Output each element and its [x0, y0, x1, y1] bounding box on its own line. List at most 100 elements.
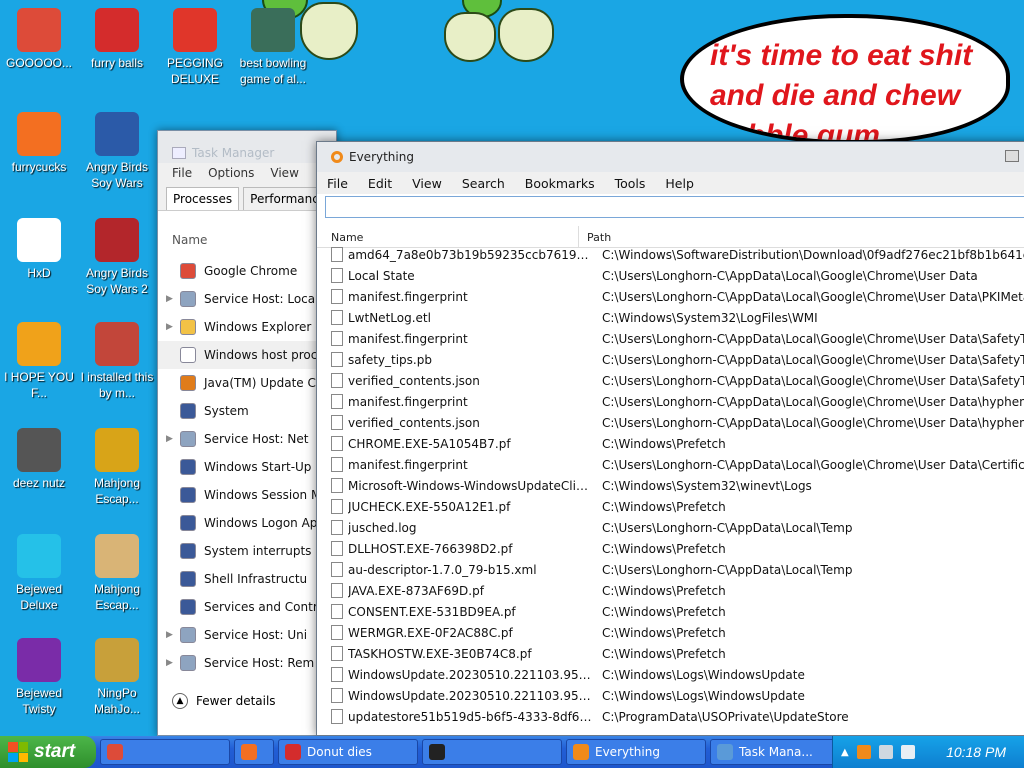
table-row[interactable]: CHROME.EXE-5A1054B7.pf C:\Windows\Prefetc… — [317, 433, 1024, 454]
process-row[interactable]: Windows Session M — [158, 481, 336, 509]
table-row[interactable]: manifest.fingerprint C:\Users\Longhorn-C\… — [317, 328, 1024, 349]
file-path: C:\Windows\Prefetch — [602, 541, 726, 556]
process-row[interactable]: Google Chrome — [158, 257, 336, 285]
network-icon[interactable] — [878, 745, 893, 759]
desktop-icon[interactable]: I installed this by m... — [78, 322, 156, 401]
menu-bookmarks[interactable]: Bookmarks — [515, 176, 605, 191]
table-row[interactable]: CONSENT.EXE-531BD9EA.pf C:\Windows\Prefet… — [317, 601, 1024, 622]
table-row[interactable]: verified_contents.json C:\Users\Longhorn-… — [317, 412, 1024, 433]
task-manager-window[interactable]: Task Manager File Options View Processes… — [157, 130, 337, 736]
menu-help[interactable]: Help — [655, 176, 704, 191]
table-row[interactable]: JUCHECK.EXE-550A12E1.pf C:\Windows\Prefet… — [317, 496, 1024, 517]
process-icon — [180, 319, 196, 335]
taskbar-button[interactable]: Task Mana... — [710, 739, 850, 765]
expand-arrow-icon[interactable]: ▶ — [166, 322, 180, 332]
process-icon — [180, 515, 196, 531]
desktop-icon[interactable]: I HOPE YOU F... — [0, 322, 78, 401]
desktop-icon[interactable]: Angry Birds Soy Wars — [78, 112, 156, 191]
desktop-icon[interactable]: Angry Birds Soy Wars 2 — [78, 218, 156, 297]
desktop-icon[interactable]: PEGGING DELUXE — [156, 8, 234, 87]
taskbar-button[interactable]: Donut dies — [278, 739, 418, 765]
file-path: C:\Windows\Prefetch — [602, 499, 726, 514]
taskbar-button[interactable] — [234, 739, 274, 765]
desktop-icon[interactable]: furrycucks — [0, 112, 78, 175]
desktop-icon[interactable]: GOOOOO... — [0, 8, 78, 71]
fewer-details-button[interactable]: ▲ Fewer details — [172, 693, 276, 709]
everything-window[interactable]: Everything File Edit View Search Bookmar… — [316, 141, 1024, 736]
desktop-icon[interactable]: Bejewed Deluxe — [0, 534, 78, 613]
process-row[interactable]: Windows host proc — [158, 341, 336, 369]
minimize-button[interactable] — [1005, 150, 1019, 162]
table-row[interactable]: safety_tips.pb C:\Users\Longhorn-C\AppDat… — [317, 349, 1024, 370]
menu-edit[interactable]: Edit — [358, 176, 402, 191]
file-name: manifest.fingerprint — [348, 457, 468, 472]
process-row[interactable]: Java(TM) Update C — [158, 369, 336, 397]
process-row[interactable]: Windows Start-Up — [158, 453, 336, 481]
menu-view[interactable]: View — [402, 176, 452, 191]
tab-processes[interactable]: Processes — [166, 187, 240, 210]
task-manager-titlebar[interactable]: Task Manager — [158, 131, 336, 163]
process-row[interactable]: ▶ Service Host: Net — [158, 425, 336, 453]
table-row[interactable]: manifest.fingerprint C:\Users\Longhorn-C\… — [317, 286, 1024, 307]
table-row[interactable]: amd64_7a8e0b73b19b59235ccb7619bf2b... C:\… — [317, 244, 1024, 265]
taskbar-button[interactable] — [100, 739, 230, 765]
column-header-name[interactable]: Name — [158, 211, 336, 257]
file-icon — [331, 457, 343, 472]
menu-file[interactable]: File — [317, 176, 358, 191]
volume-icon[interactable] — [900, 745, 915, 759]
everything-titlebar[interactable]: Everything — [317, 142, 1024, 172]
menu-tools[interactable]: Tools — [605, 176, 656, 191]
table-row[interactable]: Microsoft-Windows-WindowsUpdateClie... C:… — [317, 475, 1024, 496]
process-row[interactable]: ▶ Service Host: Rem — [158, 649, 336, 677]
table-row[interactable]: WindowsUpdate.20230510.221103.952.2.... C… — [317, 685, 1024, 706]
taskbar-button-label: Everything — [595, 745, 660, 759]
taskbar-button[interactable]: Everything — [566, 739, 706, 765]
table-row[interactable]: WERMGR.EXE-0F2AC88C.pf C:\Windows\Prefetc… — [317, 622, 1024, 643]
desktop-icon[interactable]: Mahjong Escap... — [78, 428, 156, 507]
table-row[interactable]: TASKHOSTW.EXE-3E0B74C8.pf C:\Windows\Pref… — [317, 643, 1024, 664]
start-button[interactable]: start — [0, 736, 96, 768]
desktop-icon[interactable]: furry balls — [78, 8, 156, 71]
table-row[interactable]: LwtNetLog.etl C:\Windows\System32\LogFile… — [317, 307, 1024, 328]
menu-search[interactable]: Search — [452, 176, 515, 191]
menu-options[interactable]: Options — [208, 166, 254, 180]
show-hidden-icons-button[interactable]: ▲ — [841, 747, 849, 758]
table-row[interactable]: WindowsUpdate.20230510.221103.952.1.... C… — [317, 664, 1024, 685]
process-row[interactable]: Shell Infrastructu — [158, 565, 336, 593]
table-row[interactable]: au-descriptor-1.7.0_79-b15.xml C:\Users\L… — [317, 559, 1024, 580]
desktop-icon[interactable]: deez nutz — [0, 428, 78, 491]
menu-file[interactable]: File — [172, 166, 192, 180]
process-row[interactable]: ▶ Windows Explorer — [158, 313, 336, 341]
table-row[interactable]: jusched.log C:\Users\Longhorn-C\AppData\L… — [317, 517, 1024, 538]
expand-arrow-icon[interactable]: ▶ — [166, 434, 180, 444]
java-update-icon[interactable] — [856, 745, 871, 759]
process-row[interactable]: ▶ Service Host: Uni — [158, 621, 336, 649]
table-row[interactable]: verified_contents.json C:\Users\Longhorn-… — [317, 370, 1024, 391]
table-row[interactable]: manifest.fingerprint C:\Users\Longhorn-C\… — [317, 454, 1024, 475]
desktop-icon-label: Mahjong Escap... — [93, 582, 141, 612]
table-row[interactable]: updatestore51b519d5-b6f5-4333-8df6-e... C… — [317, 706, 1024, 727]
expand-arrow-icon[interactable]: ▶ — [166, 658, 180, 668]
desktop-icon[interactable]: HxD — [0, 218, 78, 281]
desktop-icon[interactable]: Mahjong Escap... — [78, 534, 156, 613]
process-row[interactable]: ▶ Service Host: Local — [158, 285, 336, 313]
menu-view[interactable]: View — [270, 166, 298, 180]
process-row[interactable]: System interrupts — [158, 537, 336, 565]
table-row[interactable]: DLLHOST.EXE-766398D2.pf C:\Windows\Prefet… — [317, 538, 1024, 559]
process-row[interactable]: System — [158, 397, 336, 425]
clock[interactable]: 10:18 PM — [946, 744, 1006, 760]
table-row[interactable]: Local State C:\Users\Longhorn-C\AppData\L… — [317, 265, 1024, 286]
taskbar-button[interactable] — [422, 739, 562, 765]
table-row[interactable]: JAVA.EXE-873AF69D.pf C:\Windows\Prefetch — [317, 580, 1024, 601]
expand-arrow-icon[interactable]: ▶ — [166, 630, 180, 640]
table-row[interactable]: manifest.fingerprint C:\Users\Longhorn-C\… — [317, 391, 1024, 412]
search-input[interactable] — [325, 196, 1024, 218]
expand-arrow-icon[interactable]: ▶ — [166, 294, 180, 304]
process-row[interactable]: Windows Logon Ap — [158, 509, 336, 537]
desktop-icon[interactable]: Bejewed Twisty — [0, 638, 78, 717]
process-row[interactable]: Services and Contr — [158, 593, 336, 621]
desktop-icon[interactable]: best bowling game of al... — [234, 8, 312, 87]
file-icon — [331, 394, 343, 409]
process-icon — [180, 543, 196, 559]
desktop-icon[interactable]: NingPo MahJo... — [78, 638, 156, 717]
